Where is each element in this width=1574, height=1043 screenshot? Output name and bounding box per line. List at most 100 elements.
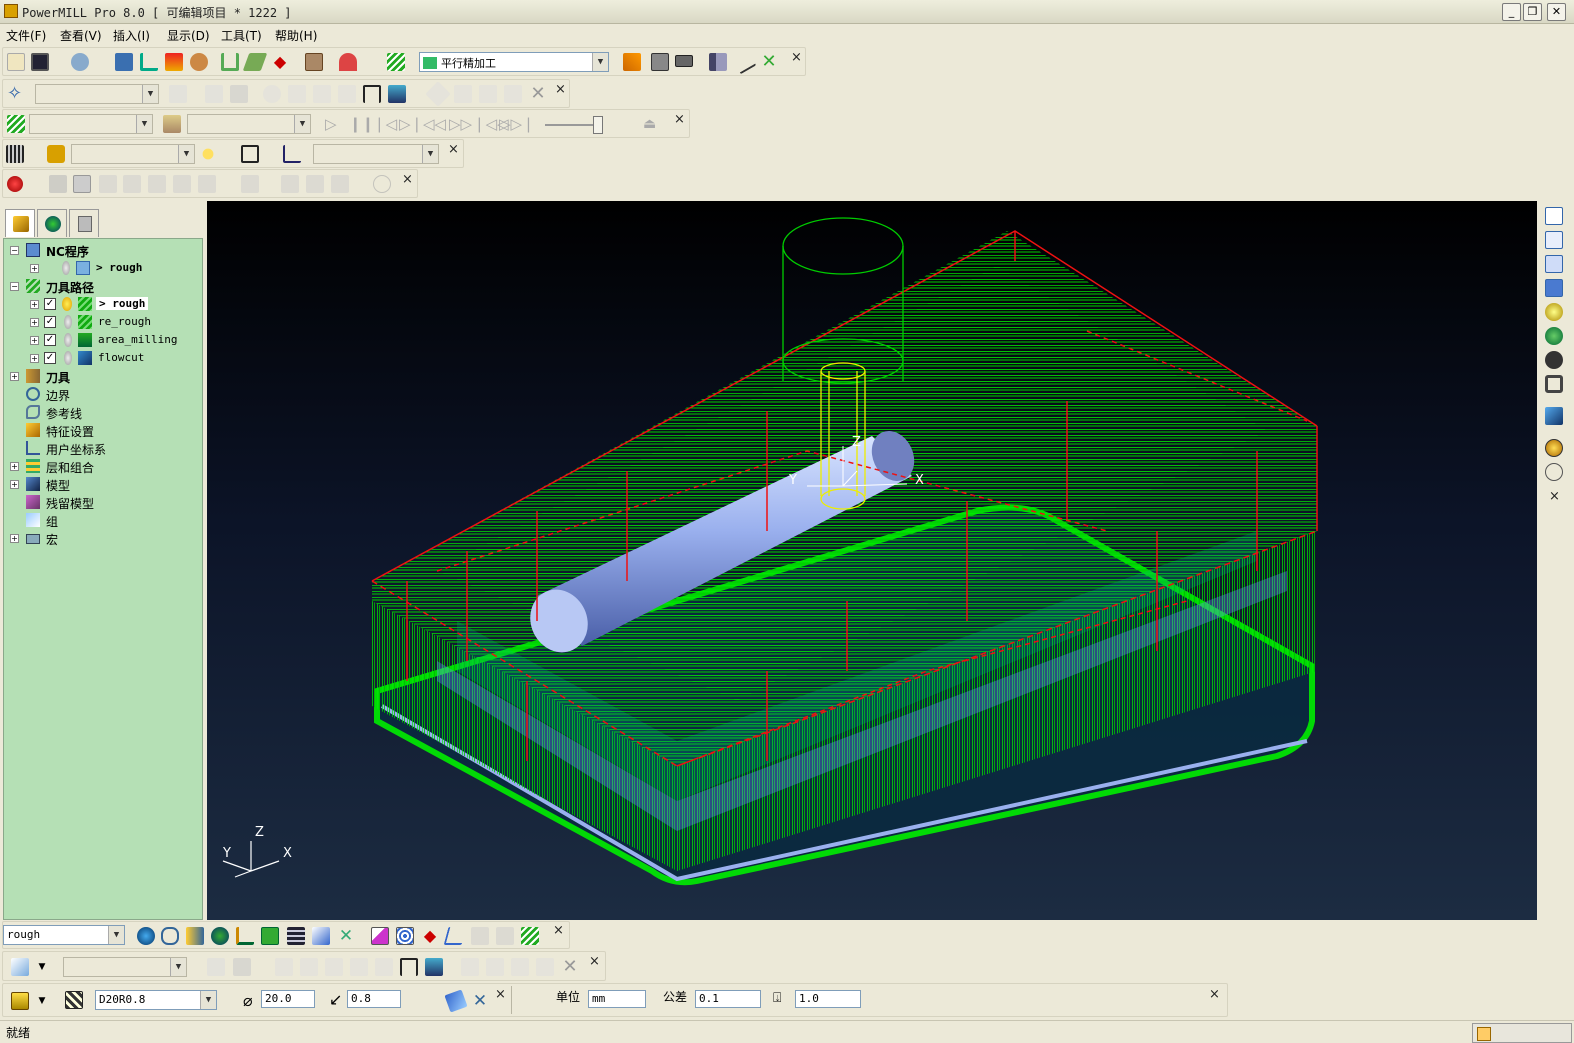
visibility-checkbox[interactable]: ✓ <box>44 352 56 364</box>
toolpath-delete-icon[interactable]: ✕ <box>337 927 355 945</box>
toolbar-close-icon[interactable]: × <box>589 954 600 969</box>
graphics-viewport[interactable]: Z Y X Z Y X <box>207 201 1537 920</box>
tool-edit-icon[interactable] <box>444 989 468 1013</box>
tool-holder-icon[interactable] <box>11 992 29 1010</box>
view-iso4-icon[interactable] <box>1545 279 1563 297</box>
pattern-delete-icon[interactable]: ✕ <box>561 958 579 976</box>
chevron-down-icon[interactable]: ▼ <box>142 85 158 103</box>
feeds-speeds-icon[interactable] <box>165 53 183 71</box>
expand-icon[interactable]: + <box>10 534 19 543</box>
fast-forward-icon[interactable]: ▷▷ <box>449 115 472 133</box>
suspend-icon[interactable] <box>241 175 259 193</box>
pattern-lasso-icon[interactable] <box>275 958 293 976</box>
tab-explorer[interactable] <box>5 209 35 237</box>
tab-recycle[interactable] <box>69 209 99 237</box>
tree-item-nc-rough[interactable]: + > rough <box>8 260 198 277</box>
transform-icon[interactable]: ✕ <box>760 53 778 71</box>
expand-icon[interactable]: + <box>30 318 39 327</box>
chevron-down-icon[interactable]: ▼ <box>170 958 186 976</box>
shade-shiny-icon[interactable] <box>123 175 141 193</box>
tool-delete-icon[interactable]: ✕ <box>471 992 489 1010</box>
visibility-checkbox[interactable]: ✓ <box>44 316 56 328</box>
sim-tool-select[interactable]: ▼ <box>187 114 311 134</box>
tree-item-toolpath-rough[interactable]: + ✓ > rough <box>8 296 198 313</box>
toolbar-close-icon[interactable]: × <box>402 172 413 187</box>
go-end-icon[interactable]: ▷▷❘ <box>499 115 535 133</box>
shade-plain-icon[interactable] <box>99 175 117 193</box>
expand-icon[interactable]: + <box>10 462 19 471</box>
nc-program-icon[interactable] <box>305 53 323 71</box>
level-select[interactable]: ▼ <box>71 144 195 164</box>
shaded-icon[interactable] <box>1545 439 1563 457</box>
redo-icon[interactable] <box>504 85 522 103</box>
visibility-checkbox[interactable]: ✓ <box>44 298 56 310</box>
toolpath-edit-icon[interactable] <box>242 53 268 71</box>
tree-item-toolpath-re-rough[interactable]: + ✓ re_rough <box>8 314 198 331</box>
visibility-checkbox[interactable]: ✓ <box>44 334 56 346</box>
setup-icon[interactable] <box>709 53 727 71</box>
menu-help[interactable]: 帮助(H) <box>275 27 317 44</box>
tree-item-toolpath-flowcut[interactable]: + ✓ flowcut <box>8 350 198 367</box>
step-back-icon[interactable]: ❘◁ <box>373 115 397 133</box>
lightbulb-icon[interactable] <box>199 145 217 163</box>
toolpath-strategy-icon[interactable] <box>387 53 405 71</box>
chevron-down-icon[interactable]: ▼ <box>592 53 608 71</box>
view-toolbar-close-icon[interactable]: × <box>1549 489 1560 504</box>
undo-icon[interactable] <box>479 85 497 103</box>
points-icon[interactable]: ◆ <box>271 53 289 71</box>
zoom-icon[interactable] <box>1545 303 1563 321</box>
tree-item-models[interactable]: + 模型 <box>8 476 198 493</box>
tree-item-workplanes[interactable]: 用户坐标系 <box>8 440 198 457</box>
sim-toolpath-select[interactable]: ▼ <box>29 114 153 134</box>
menu-display[interactable]: 显示(D) <box>167 27 210 44</box>
open-pattern-icon[interactable] <box>207 958 225 976</box>
toolpath-limit-icon[interactable] <box>496 927 514 945</box>
eraser-icon[interactable] <box>454 85 472 103</box>
pattern-frame-icon[interactable] <box>400 958 418 976</box>
view-iso3-icon[interactable] <box>1545 255 1563 273</box>
toolpath-offset-icon[interactable] <box>396 927 414 945</box>
pattern-pencil-icon[interactable] <box>461 958 479 976</box>
toolbar-close-icon[interactable]: × <box>448 142 459 157</box>
chevron-down-icon[interactable]: ▼ <box>294 115 310 133</box>
expand-icon[interactable]: + <box>30 336 39 345</box>
pause-icon[interactable]: ❙❙ <box>349 115 374 133</box>
pattern-icon[interactable] <box>11 958 29 976</box>
sim-toolpath-icon[interactable] <box>7 115 25 133</box>
toolbar-close-icon[interactable]: × <box>674 112 685 127</box>
view-iso2-icon[interactable] <box>1545 231 1563 249</box>
toolbar-close-icon[interactable]: × <box>553 923 564 938</box>
stock-icon[interactable] <box>281 175 299 193</box>
tab-html[interactable] <box>37 209 67 237</box>
expand-icon[interactable]: + <box>10 480 19 489</box>
toolpath-copy-icon[interactable] <box>312 927 330 945</box>
tree-item-macros[interactable]: + 宏 <box>8 530 198 547</box>
cube-boundary-icon[interactable] <box>313 85 331 103</box>
chevron-down-icon[interactable]: ▼ <box>35 992 49 1010</box>
go-start-icon[interactable]: ❘◁◁ <box>473 115 509 133</box>
toolpath-links-icon[interactable] <box>186 927 204 945</box>
pattern-cube-icon[interactable] <box>350 958 368 976</box>
boundary-select[interactable]: ▼ <box>35 84 159 104</box>
save-boundary-icon[interactable] <box>230 85 248 103</box>
chevron-down-icon[interactable]: ▼ <box>422 145 438 163</box>
toolbar-close-icon[interactable]: × <box>791 50 802 65</box>
pattern-edit-icon[interactable] <box>425 958 443 976</box>
leads-links-icon[interactable] <box>221 53 239 71</box>
tool-type-icon[interactable] <box>65 991 83 1009</box>
strategy-select[interactable]: 平行精加工 ▼ <box>419 52 609 72</box>
shade-rotate-icon[interactable] <box>198 175 216 193</box>
shade-cutter-icon[interactable] <box>173 175 191 193</box>
tree-item-stock-models[interactable]: 残留模型 <box>8 494 198 511</box>
toolpath-start-icon[interactable] <box>211 927 229 945</box>
save-pattern-icon[interactable] <box>233 958 251 976</box>
viewmill-mode-icon[interactable] <box>73 175 91 193</box>
toolpath-verify-icon[interactable] <box>137 927 155 945</box>
delete-icon[interactable]: ✕ <box>529 85 547 103</box>
block-icon[interactable] <box>115 53 133 71</box>
unit-field[interactable]: mm <box>588 990 646 1008</box>
eject-icon[interactable]: ⏏ <box>643 115 661 133</box>
toolpath-nodes-icon[interactable]: ◆ <box>421 927 439 945</box>
star-icon[interactable]: ✧ <box>7 85 25 103</box>
zoom-box-icon[interactable] <box>1545 375 1563 393</box>
